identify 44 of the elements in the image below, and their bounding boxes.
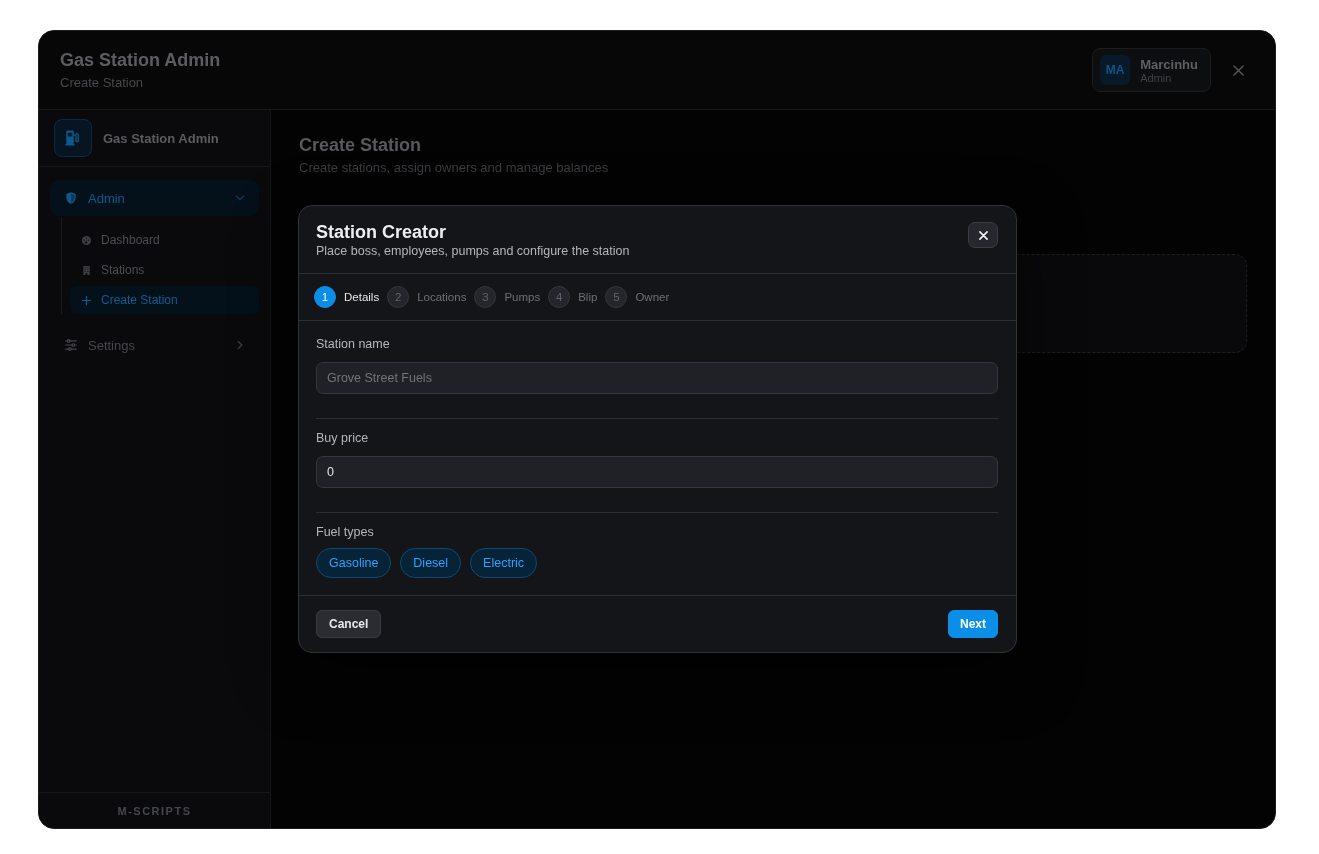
nav-item[interactable]: Create Station — [70, 286, 259, 314]
building-icon — [81, 264, 92, 276]
step-number: 1 — [314, 286, 336, 308]
step-label: Pumps — [504, 291, 541, 303]
field-label: Station name — [316, 337, 390, 352]
user-name: Marcinhu — [1140, 56, 1198, 72]
field-label: Fuel types — [316, 525, 374, 540]
text-input[interactable]: Grove Street Fuels — [316, 362, 998, 394]
page-title: Create Station — [299, 134, 422, 156]
cancel-button[interactable]: Cancel — [316, 610, 382, 638]
field-label: Buy price — [316, 431, 369, 446]
modal-title: Station Creator — [316, 221, 448, 243]
step-label: Details — [344, 291, 380, 303]
nav-item[interactable]: Dashboard — [70, 226, 259, 254]
footer-label: M-SCRIPTS — [117, 804, 192, 817]
nav-group[interactable]: Settings — [50, 327, 259, 363]
gauge-icon — [81, 234, 92, 246]
page-subtitle: Create stations, assign owners and manage balances — [299, 160, 609, 176]
sliders-icon — [64, 338, 78, 352]
fuel-type-chip[interactable]: Gasoline — [316, 548, 392, 578]
plus-icon — [81, 294, 92, 306]
app-title: Gas Station Admin — [60, 49, 221, 71]
shield-icon — [64, 191, 78, 205]
step-number: 3 — [474, 286, 497, 308]
app-subtitle: Create Station — [60, 75, 144, 91]
step-label: Blip — [578, 291, 598, 303]
close-button[interactable] — [968, 222, 998, 248]
step-number: 4 — [548, 286, 571, 308]
nav-item[interactable]: Stations — [70, 256, 259, 284]
text-input[interactable]: 0 — [316, 456, 998, 488]
next-button[interactable]: Next — [948, 610, 998, 638]
modal-subtitle: Place boss, employees, pumps and configure the station — [316, 244, 630, 259]
close-icon — [1233, 64, 1244, 76]
gas-pump-icon — [54, 119, 92, 157]
fuel-type-chip[interactable]: Diesel — [400, 548, 462, 578]
step-number: 5 — [605, 286, 628, 308]
avatar: MA — [1100, 55, 1131, 85]
step-number: 2 — [387, 286, 410, 308]
nav-group[interactable]: Admin — [50, 180, 259, 216]
step-label: Locations — [417, 291, 467, 303]
step-label: Owner — [635, 291, 670, 303]
brand-name: Gas Station Admin — [103, 130, 219, 146]
fuel-type-chip[interactable]: Electric — [470, 548, 538, 578]
close-icon — [978, 230, 988, 240]
